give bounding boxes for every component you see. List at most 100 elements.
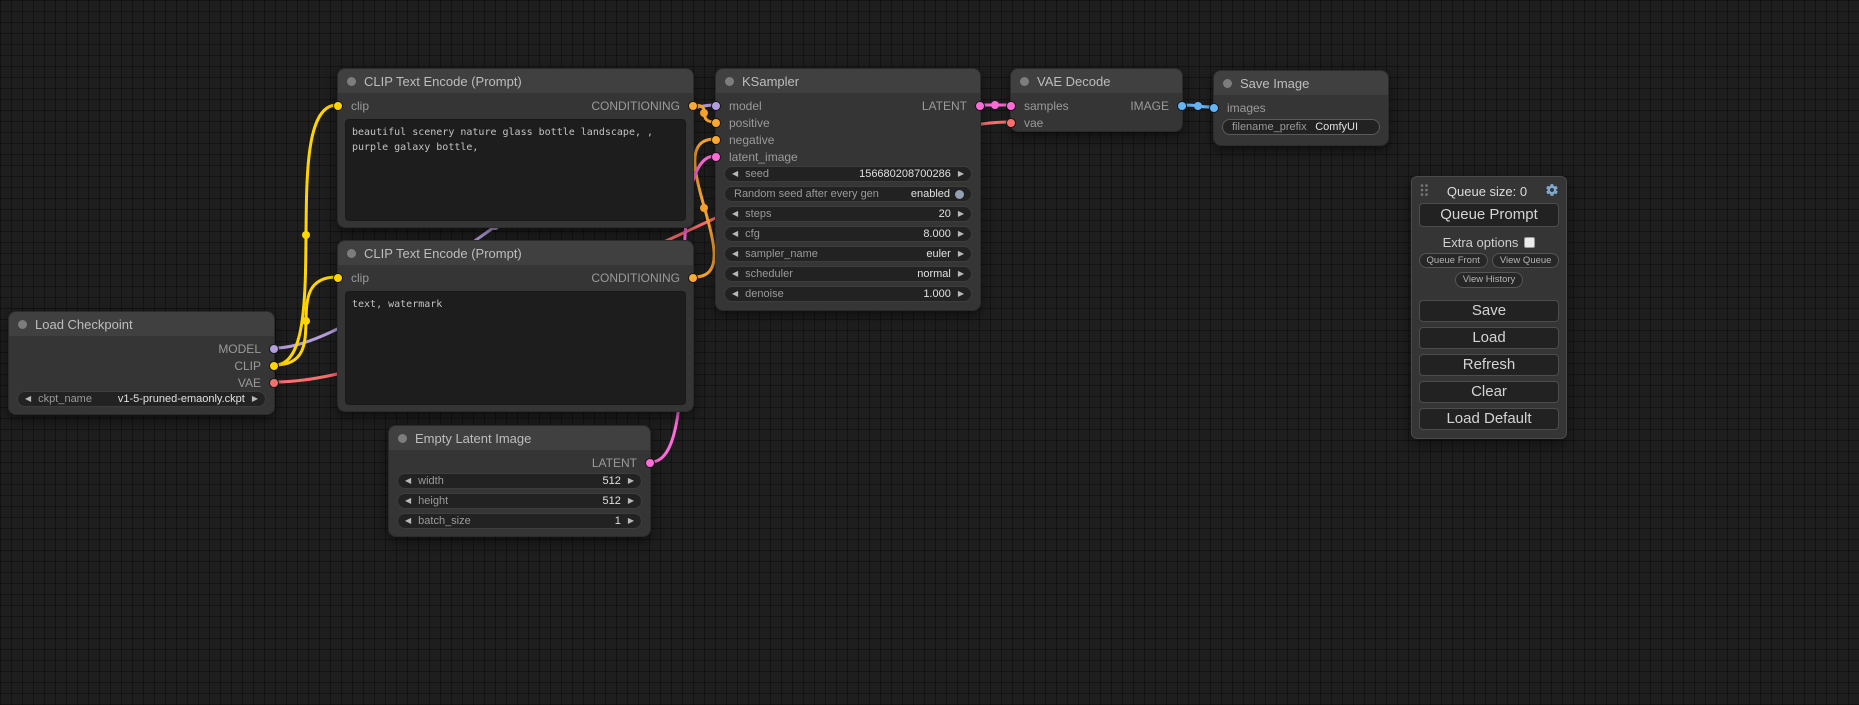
increment-arrow-icon[interactable]: ▶	[628, 477, 634, 485]
collapse-dot-icon[interactable]	[1020, 77, 1029, 86]
increment-arrow-icon[interactable]: ▶	[628, 497, 634, 505]
wire-midpoint-dot	[302, 231, 310, 239]
collapse-dot-icon[interactable]	[347, 77, 356, 86]
decrement-arrow-icon[interactable]: ◀	[405, 477, 411, 485]
widget-value: normal	[917, 268, 951, 280]
increment-arrow-icon[interactable]: ▶	[252, 395, 258, 403]
node-title-bar[interactable]: Empty Latent Image	[389, 426, 650, 450]
seed-widget[interactable]: ◀ seed 156680208700286 ▶	[724, 166, 972, 182]
samples-input-slot[interactable]	[1006, 101, 1016, 111]
collapse-dot-icon[interactable]	[725, 77, 734, 86]
decrement-arrow-icon[interactable]: ◀	[732, 270, 738, 278]
conditioning-output-slot[interactable]	[688, 101, 698, 111]
latent-image-input-slot[interactable]	[711, 152, 721, 162]
collapse-dot-icon[interactable]	[1223, 79, 1232, 88]
node-title-bar[interactable]: Save Image	[1214, 71, 1388, 95]
increment-arrow-icon[interactable]: ▶	[628, 517, 634, 525]
load-button[interactable]: Load	[1419, 327, 1559, 349]
increment-arrow-icon[interactable]: ▶	[958, 170, 964, 178]
positive-input-slot[interactable]	[711, 118, 721, 128]
height-widget[interactable]: ◀ height 512 ▶	[397, 493, 642, 509]
node-empty-latent-image[interactable]: Empty Latent Image LATENT ◀ width 512 ▶ …	[388, 425, 651, 537]
conditioning-output-slot[interactable]	[688, 273, 698, 283]
node-title-bar[interactable]: KSampler	[716, 69, 980, 93]
widget-label: filename_prefix	[1232, 121, 1307, 133]
batch-size-widget[interactable]: ◀ batch_size 1 ▶	[397, 513, 642, 529]
latent-output-slot[interactable]	[975, 101, 985, 111]
queue-menu-panel[interactable]: Queue size: 0 Queue Prompt Extra options…	[1411, 176, 1567, 439]
node-title-bar[interactable]: CLIP Text Encode (Prompt)	[338, 241, 693, 265]
decrement-arrow-icon[interactable]: ◀	[732, 290, 738, 298]
widget-value: enabled	[911, 188, 950, 200]
panel-drag-handle[interactable]	[1419, 182, 1429, 201]
ckpt-name-widget[interactable]: ◀ ckpt_name v1-5-pruned-emaonly.ckpt ▶	[17, 391, 266, 407]
collapse-dot-icon[interactable]	[18, 320, 27, 329]
decrement-arrow-icon[interactable]: ◀	[732, 230, 738, 238]
increment-arrow-icon[interactable]: ▶	[958, 210, 964, 218]
node-vae-decode[interactable]: VAE Decode samples IMAGE vae	[1010, 68, 1183, 132]
model-input-slot[interactable]	[711, 101, 721, 111]
node-title-bar[interactable]: Load Checkpoint	[9, 312, 274, 336]
node-title: VAE Decode	[1037, 74, 1110, 89]
clip-input-slot[interactable]	[333, 273, 343, 283]
increment-arrow-icon[interactable]: ▶	[958, 290, 964, 298]
queue-front-button[interactable]: Queue Front	[1419, 253, 1488, 268]
decrement-arrow-icon[interactable]: ◀	[25, 395, 31, 403]
images-input-slot[interactable]	[1209, 103, 1219, 113]
comfyui-graph-canvas[interactable]: { "colors": { "model": "#B39DDB", "clip"…	[0, 0, 1859, 705]
queue-prompt-button[interactable]: Queue Prompt	[1419, 203, 1559, 227]
clear-button[interactable]: Clear	[1419, 381, 1559, 403]
node-save-image[interactable]: Save Image images filename_prefix ComfyU…	[1213, 70, 1389, 146]
load-default-button[interactable]: Load Default	[1419, 408, 1559, 430]
increment-arrow-icon[interactable]: ▶	[958, 250, 964, 258]
sampler-name-widget[interactable]: ◀ sampler_name euler ▶	[724, 246, 972, 262]
widget-label: denoise	[745, 288, 784, 300]
widget-label: height	[418, 495, 448, 507]
decrement-arrow-icon[interactable]: ◀	[732, 170, 738, 178]
increment-arrow-icon[interactable]: ▶	[958, 270, 964, 278]
image-output-slot[interactable]	[1177, 101, 1187, 111]
extra-options-checkbox[interactable]	[1524, 237, 1535, 248]
negative-input-slot[interactable]	[711, 135, 721, 145]
save-button[interactable]: Save	[1419, 300, 1559, 322]
clip-input-slot[interactable]	[333, 101, 343, 111]
node-ksampler[interactable]: KSampler model LATENT positive negative …	[715, 68, 981, 311]
collapse-dot-icon[interactable]	[398, 434, 407, 443]
vae-output-slot[interactable]	[269, 378, 279, 388]
node-load-checkpoint[interactable]: Load Checkpoint MODEL CLIP VAE ◀ ckpt_na…	[8, 311, 275, 415]
positive-prompt-textarea[interactable]: beautiful scenery nature glass bottle la…	[345, 119, 686, 221]
input-label: images	[1227, 100, 1266, 116]
output-label: VAE	[238, 375, 261, 391]
toggle-indicator-icon[interactable]	[955, 190, 964, 199]
decrement-arrow-icon[interactable]: ◀	[732, 210, 738, 218]
clip-output-slot[interactable]	[269, 361, 279, 371]
latent-output-slot[interactable]	[645, 458, 655, 468]
scheduler-widget[interactable]: ◀ scheduler normal ▶	[724, 266, 972, 282]
settings-gear-icon[interactable]	[1545, 183, 1559, 200]
negative-prompt-textarea[interactable]: text, watermark	[345, 291, 686, 405]
decrement-arrow-icon[interactable]: ◀	[405, 517, 411, 525]
view-queue-button[interactable]: View Queue	[1492, 253, 1560, 268]
node-title-bar[interactable]: VAE Decode	[1011, 69, 1182, 93]
increment-arrow-icon[interactable]: ▶	[958, 230, 964, 238]
cfg-widget[interactable]: ◀ cfg 8.000 ▶	[724, 226, 972, 242]
decrement-arrow-icon[interactable]: ◀	[732, 250, 738, 258]
refresh-button[interactable]: Refresh	[1419, 354, 1559, 376]
decrement-arrow-icon[interactable]: ◀	[405, 497, 411, 505]
node-title-bar[interactable]: CLIP Text Encode (Prompt)	[338, 69, 693, 93]
node-title: KSampler	[742, 74, 799, 89]
collapse-dot-icon[interactable]	[347, 249, 356, 258]
view-history-button[interactable]: View History	[1455, 272, 1524, 287]
node-clip-text-encode-negative[interactable]: CLIP Text Encode (Prompt) clip CONDITION…	[337, 240, 694, 412]
vae-input-slot[interactable]	[1006, 118, 1016, 128]
output-label: CONDITIONING	[591, 270, 680, 286]
steps-widget[interactable]: ◀ steps 20 ▶	[724, 206, 972, 222]
drag-dots-icon	[1419, 182, 1429, 198]
width-widget[interactable]: ◀ width 512 ▶	[397, 473, 642, 489]
model-output-slot[interactable]	[269, 344, 279, 354]
node-clip-text-encode-positive[interactable]: CLIP Text Encode (Prompt) clip CONDITION…	[337, 68, 694, 228]
filename-prefix-widget[interactable]: filename_prefix ComfyUI	[1222, 119, 1380, 135]
denoise-widget[interactable]: ◀ denoise 1.000 ▶	[724, 286, 972, 302]
wire-midpoint-dot	[1194, 102, 1202, 110]
random-seed-toggle-widget[interactable]: Random seed after every gen enabled	[724, 186, 972, 202]
